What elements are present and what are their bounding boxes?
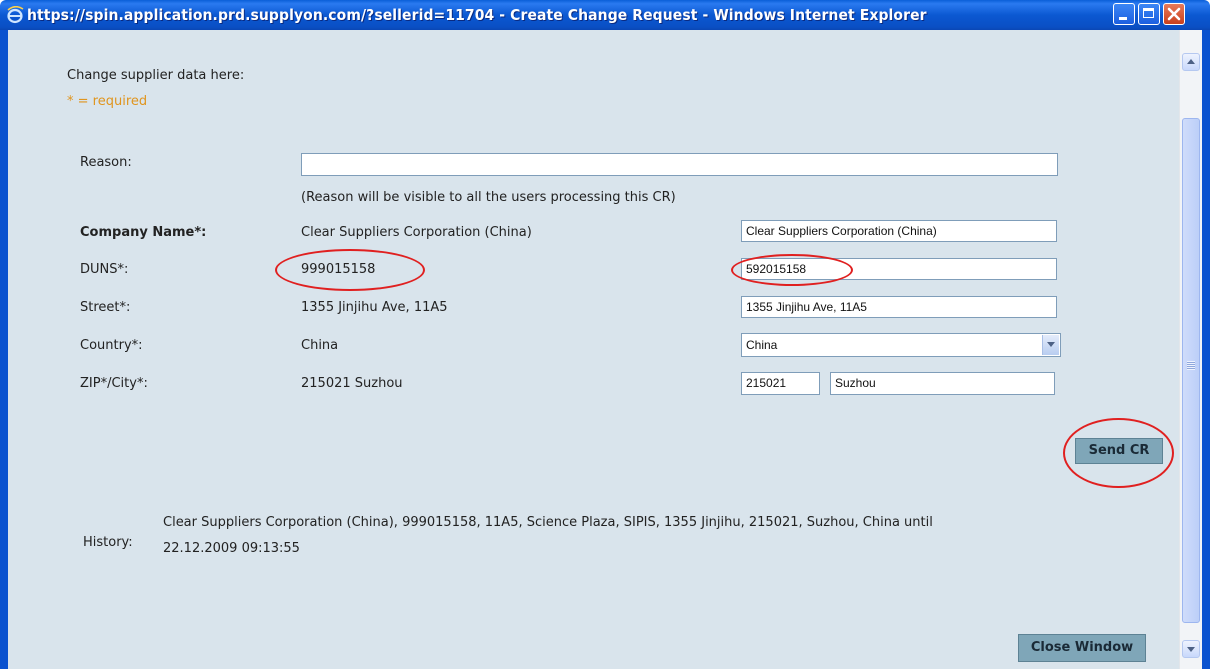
window-titlebar: https://spin.application.prd.supplyon.co… <box>0 0 1210 30</box>
annotation-circle-duns-current <box>275 249 425 291</box>
vertical-scrollbar[interactable] <box>1179 30 1202 669</box>
company-name-label: Company Name*: <box>80 225 207 240</box>
intro-text: Change supplier data here: <box>67 68 245 83</box>
required-note: * = required <box>67 94 148 109</box>
reason-label: Reason: <box>80 155 132 170</box>
close-window-action-button[interactable]: Close Window <box>1018 634 1146 662</box>
scrollbar-thumb[interactable] <box>1182 118 1200 623</box>
chevron-down-icon[interactable] <box>1042 335 1059 355</box>
street-input[interactable]: 1355 Jinjihu Ave, 11A5 <box>741 296 1057 318</box>
history-label: History: <box>83 535 133 550</box>
minimize-button[interactable] <box>1113 3 1135 25</box>
street-current: 1355 Jinjihu Ave, 11A5 <box>301 300 448 315</box>
reason-input[interactable] <box>301 153 1058 176</box>
duns-label: DUNS*: <box>80 262 129 277</box>
zip-city-current: 215021 Suzhou <box>301 376 403 391</box>
reason-hint: (Reason will be visible to all the users… <box>301 190 676 205</box>
country-select[interactable]: China <box>741 333 1061 357</box>
history-text-line2: 22.12.2009 09:13:55 <box>163 541 300 556</box>
country-select-value: China <box>746 338 778 352</box>
zip-input[interactable]: 215021 <box>741 372 820 395</box>
window-title: https://spin.application.prd.supplyon.co… <box>27 6 927 24</box>
scroll-down-icon[interactable] <box>1182 640 1200 658</box>
close-icon <box>1167 7 1181 21</box>
change-request-form: Change supplier data here: * = required … <box>8 30 1179 669</box>
history-text-line1: Clear Suppliers Corporation (China), 999… <box>163 515 933 530</box>
annotation-circle-duns-new <box>731 254 853 286</box>
scrollbar-grip-icon <box>1187 361 1195 370</box>
country-current: China <box>301 338 339 353</box>
annotation-circle-send-cr <box>1063 418 1174 488</box>
close-window-button[interactable] <box>1163 3 1185 25</box>
internet-explorer-icon <box>7 6 24 24</box>
maximize-button[interactable] <box>1138 3 1160 25</box>
company-name-current: Clear Suppliers Corporation (China) <box>301 225 532 240</box>
scroll-up-icon[interactable] <box>1182 53 1200 71</box>
zip-city-label: ZIP*/City*: <box>80 376 148 391</box>
country-label: Country*: <box>80 338 143 353</box>
city-input[interactable]: Suzhou <box>830 372 1055 395</box>
window-frame-right <box>1202 30 1210 669</box>
company-name-input[interactable]: Clear Suppliers Corporation (China) <box>741 220 1057 242</box>
window-frame-left <box>0 30 8 669</box>
street-label: Street*: <box>80 300 131 315</box>
